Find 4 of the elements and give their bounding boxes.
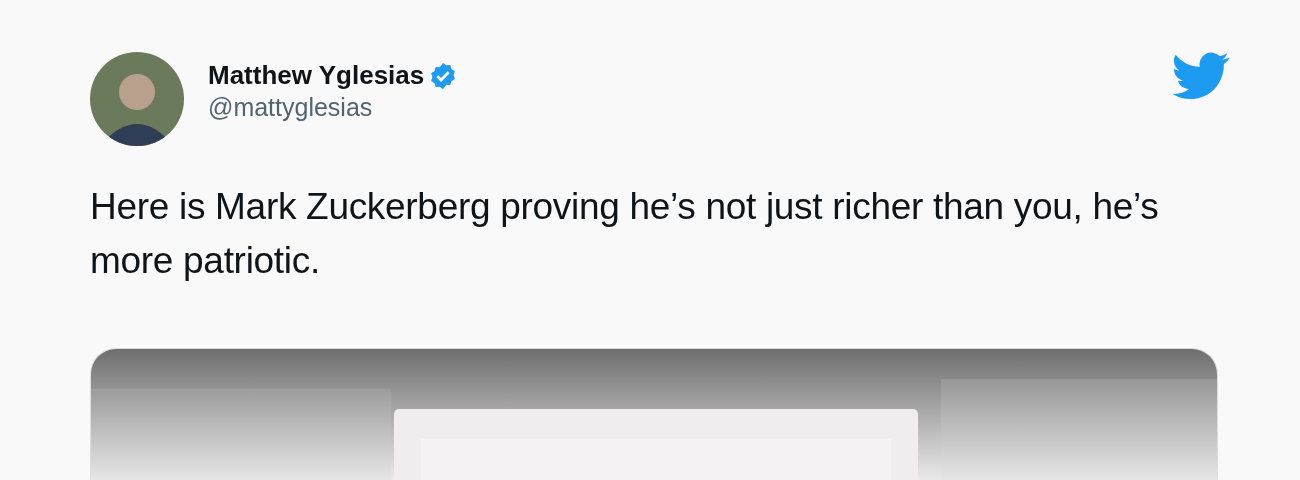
bird-icon[interactable] xyxy=(1172,52,1230,100)
tweet-text: Here is Mark Zuckerberg proving he’s not just richer than you, he’s more patriotic. xyxy=(90,185,1160,283)
author-handle[interactable]: @mattyglesias xyxy=(208,91,459,124)
author-name[interactable]: Matthew Yglesias xyxy=(208,60,425,92)
